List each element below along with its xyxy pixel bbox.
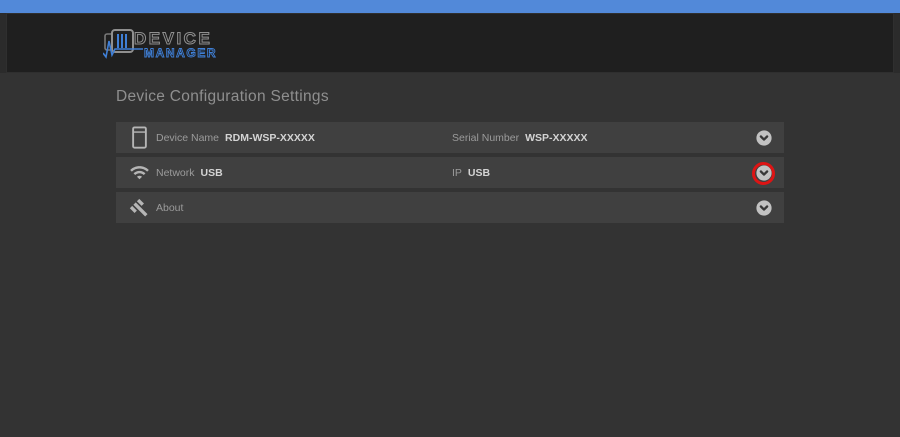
about-field: About (156, 202, 452, 214)
tablet-device-icon (128, 126, 150, 149)
device-name-label: Device Name (156, 131, 220, 144)
logo-text-manager: MANAGER (144, 46, 217, 60)
network-label: Network (156, 166, 195, 179)
serial-number-label: Serial Number (452, 131, 520, 144)
settings-accordion: Device Name RDM-WSP-XXXXX Serial Number … (116, 122, 784, 223)
settings-row-about[interactable]: About (116, 192, 784, 223)
main-content: Device Configuration Settings Device Nam… (0, 89, 900, 223)
ip-field: IP USB (452, 167, 490, 179)
serial-number-value: WSP-XXXXX (525, 131, 588, 144)
about-label: About (156, 201, 184, 214)
chevron-down-circle-icon (756, 199, 772, 216)
device-name-value: RDM-WSP-XXXXX (225, 131, 315, 144)
network-row-expand-button[interactable] (752, 161, 775, 185)
chevron-down-circle-icon (756, 164, 772, 181)
app-header-panel: DEVICE MANAGER (6, 13, 894, 73)
device-info-expand-button[interactable] (756, 129, 772, 146)
chevron-down-circle-icon (756, 129, 772, 146)
settings-row-device-info[interactable]: Device Name RDM-WSP-XXXXX Serial Number … (116, 122, 784, 153)
about-expand-button[interactable] (756, 199, 772, 216)
gavel-icon (128, 198, 150, 218)
page-title: Device Configuration Settings (116, 88, 329, 105)
network-field: Network USB (156, 167, 452, 179)
app-header: DEVICE MANAGER (0, 13, 900, 73)
window-top-accent-bar (0, 0, 900, 13)
network-value: USB (200, 166, 223, 179)
device-name-field: Device Name RDM-WSP-XXXXX (156, 132, 452, 144)
ip-label: IP (452, 166, 462, 179)
wifi-icon (128, 164, 150, 181)
device-manager-logo: DEVICE MANAGER (103, 29, 217, 60)
ip-value: USB (467, 166, 491, 179)
serial-number-field: Serial Number WSP-XXXXX (452, 132, 588, 144)
settings-row-network[interactable]: Network USB IP USB (116, 157, 784, 188)
